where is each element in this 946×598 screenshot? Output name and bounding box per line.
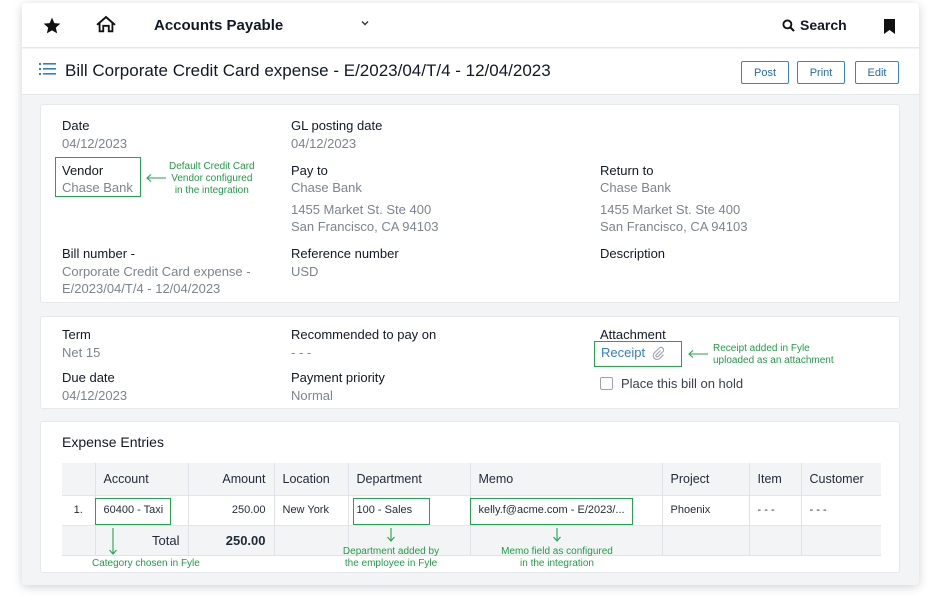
receipt-annotation: Receipt added in Fyle uploaded as an att… [713,343,834,367]
bill-number-label: Bill number - [62,246,135,261]
bookmark-icon[interactable] [884,19,895,34]
list-icon[interactable] [39,62,56,76]
app-window: Accounts Payable Search Bill Corporate C… [22,3,919,585]
receipt-annotation-line1: Receipt added in Fyle [713,343,810,354]
customer-cell[interactable]: - - - [801,494,881,525]
vendor-annotation: Default Credit Card Vendor configured in… [169,161,255,197]
memo-annotation-line1: Memo field as configured [501,546,613,557]
paperclip-icon [652,346,665,360]
page-title: Bill Corporate Credit Card expense - E/2… [65,61,551,80]
department-annotation-line2: the employee in Fyle [344,558,438,569]
term-value: Net 15 [62,345,101,360]
pay-to-address-line2: San Francisco, CA 94103 [291,219,439,234]
search-button[interactable]: Search [782,17,847,33]
post-button[interactable]: Post [741,61,789,84]
memo-annotation-line2: in the integration [520,558,594,569]
gl-posting-date-value: 04/12/2023 [291,136,357,151]
department-highlight [353,498,430,525]
account-highlight [95,498,171,525]
project-cell[interactable]: Phoenix [662,494,750,525]
receipt-link[interactable]: Receipt [601,345,665,360]
return-to-address-line2: San Francisco, CA 94103 [600,219,748,234]
customer-column-header[interactable]: Customer [801,463,881,495]
description-label: Description [600,246,666,261]
total-spacer [62,524,96,556]
due-date-value: 04/12/2023 [62,388,128,403]
department-annotation: Department added by the employee in Fyle [331,546,451,570]
bill-details-card: Date 04/12/2023 GL posting date 04/12/20… [40,104,900,303]
vendor-annotation-line1: Default Credit Card [169,161,255,172]
row-index: 1. [62,494,96,525]
category-annotation: Category chosen in Fyle [92,558,200,569]
payment-priority-value: Normal [291,388,333,403]
edit-button[interactable]: Edit [855,61,899,84]
star-icon[interactable] [42,16,62,36]
date-value: 04/12/2023 [62,136,128,151]
date-label: Date [62,118,90,133]
location-column-header[interactable]: Location [274,463,349,495]
vendor-annotation-line2: Vendor configured [171,173,253,184]
recommended-pay-label: Recommended to pay on [291,327,437,342]
department-column-header[interactable]: Department [348,463,471,495]
vendor-arrow-icon [146,174,166,182]
amount-cell[interactable]: 250.00 [188,494,275,525]
index-column-header [62,463,96,495]
home-icon[interactable] [95,13,117,35]
total-row: Total 250.00 [62,524,881,556]
category-arrow-icon [109,528,117,555]
total-empty-cell [749,524,802,556]
vendor-value: Chase Bank [62,180,133,195]
pay-to-label: Pay to [291,163,328,178]
amount-column-header[interactable]: Amount [188,463,275,495]
app-title[interactable]: Accounts Payable [154,17,283,34]
item-cell[interactable]: - - - [749,494,802,525]
attachment-label: Attachment [600,327,666,342]
terms-card: Term Net 15 Recommended to pay on - - - … [40,316,900,409]
expense-entries-card: Expense Entries Account Amount Location … [40,421,900,573]
search-label: Search [800,17,847,33]
memo-arrow-icon [553,528,561,542]
reference-number-value: USD [291,264,319,279]
hold-checkbox[interactable] [600,377,613,390]
total-value: 250.00 [188,524,275,556]
total-empty-cell [662,524,750,556]
department-annotation-line1: Department added by [342,546,440,557]
receipt-link-label: Receipt [601,345,646,360]
page-header: Bill Corporate Credit Card expense - E/2… [22,49,919,95]
reference-number-label: Reference number [291,246,399,261]
account-column-header[interactable]: Account [95,463,189,495]
receipt-annotation-line2: uploaded as an attachment [713,355,834,366]
location-cell[interactable]: New York [274,494,349,525]
pay-to-name: Chase Bank [291,180,362,195]
table-header-row: Account Amount Location Department Memo … [62,463,881,495]
return-to-name: Chase Bank [600,180,671,195]
hold-label: Place this bill on hold [621,376,744,391]
top-navbar: Accounts Payable Search [22,3,919,48]
receipt-arrow-icon [688,350,708,358]
payment-priority-label: Payment priority [291,370,385,385]
search-icon [782,18,795,32]
memo-highlight [470,498,633,525]
vendor-label: Vendor [62,163,104,178]
print-button[interactable]: Print [797,61,845,84]
gl-posting-date-label: GL posting date [291,118,383,133]
vendor-annotation-line3: in the integration [174,185,249,196]
term-label: Term [62,327,91,342]
item-column-header[interactable]: Item [749,463,802,495]
bill-number-line2: E/2023/04/T/4 - 12/04/2023 [62,281,221,296]
department-arrow-icon [387,528,395,542]
chevron-down-icon[interactable] [359,17,371,29]
total-empty-cell [801,524,881,556]
memo-column-header[interactable]: Memo [470,463,663,495]
memo-annotation: Memo field as configured in the integrat… [491,546,623,570]
due-date-label: Due date [62,370,115,385]
expense-entries-title: Expense Entries [62,434,164,450]
recommended-pay-value: - - - [291,345,312,360]
project-column-header[interactable]: Project [662,463,750,495]
return-to-label: Return to [600,163,654,178]
